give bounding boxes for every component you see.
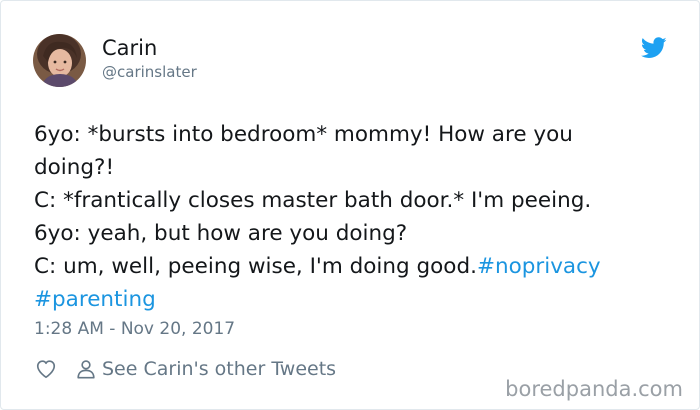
tweet-card: Carin @carinslater 6yo: *bursts into bed… [0, 0, 700, 410]
tweet-line: 6yo: *bursts into bedroom* mommy! How ar… [34, 122, 573, 147]
tweet-line: doing?! [34, 155, 115, 180]
user-handle[interactable]: @carinslater [102, 62, 197, 82]
watermark: boredpanda.com [505, 377, 683, 401]
person-icon[interactable] [75, 358, 97, 380]
twitter-bird-icon[interactable] [640, 37, 667, 59]
see-other-tweets-link[interactable]: See Carin's other Tweets [102, 356, 336, 382]
tweet-line: 6yo: yeah, but how are you doing? [34, 221, 408, 246]
tweet-line-with-hashtag: C: um, well, peeing wise, I'm doing good… [34, 250, 684, 283]
tweet-line: C: *frantically closes master bath door.… [34, 188, 592, 213]
hashtag-parenting[interactable]: #parenting [34, 287, 156, 312]
tweet-line: C: um, well, peeing wise, I'm doing good… [34, 254, 477, 279]
tweet-line-hashtag: #parenting [34, 283, 684, 316]
avatar[interactable] [33, 34, 86, 87]
avatar-image [33, 34, 86, 87]
tweet-timestamp[interactable]: 1:28 AM - Nov 20, 2017 [34, 317, 235, 341]
hashtag-noprivacy[interactable]: #noprivacy [477, 254, 601, 279]
user-name[interactable]: Carin [102, 34, 157, 62]
tweet-text: 6yo: *bursts into bedroom* mommy! How ar… [34, 118, 684, 316]
heart-icon[interactable] [35, 358, 57, 380]
